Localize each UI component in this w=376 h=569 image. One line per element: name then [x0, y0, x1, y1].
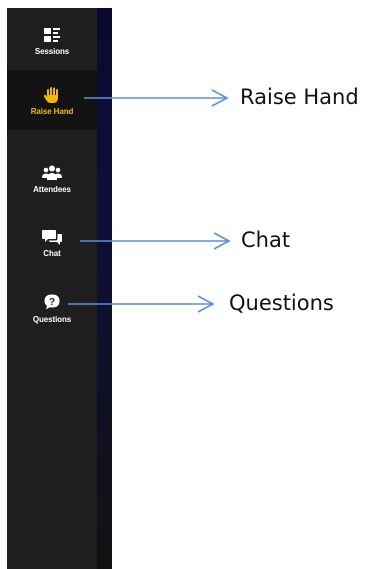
annotation-questions: Questions	[229, 291, 334, 315]
annotation-raise-hand: Raise Hand	[240, 85, 359, 109]
arrow-questions	[68, 295, 215, 313]
arrow-chat	[80, 232, 231, 250]
arrow-raise-hand	[84, 89, 229, 107]
annotation-chat: Chat	[241, 228, 291, 252]
